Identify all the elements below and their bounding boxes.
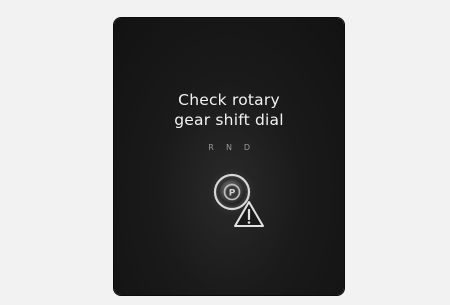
instrument-cluster-display: Check rotary gear shift dial R N D P (114, 18, 344, 295)
page: Check rotary gear shift dial R N D P (0, 0, 450, 305)
gear-position-indicator: R N D (205, 141, 253, 153)
rotary-dial-graphic: P (192, 162, 272, 232)
warning-message-line-2: gear shift dial (174, 111, 284, 129)
gear-position-d: D (243, 142, 251, 152)
gear-position-n: N (226, 142, 232, 152)
warning-message: Check rotary gear shift dial (114, 90, 344, 130)
dial-park-label: P (229, 189, 236, 199)
warning-message-line-1: Check rotary (178, 91, 280, 109)
gear-position-r: R (208, 142, 214, 152)
